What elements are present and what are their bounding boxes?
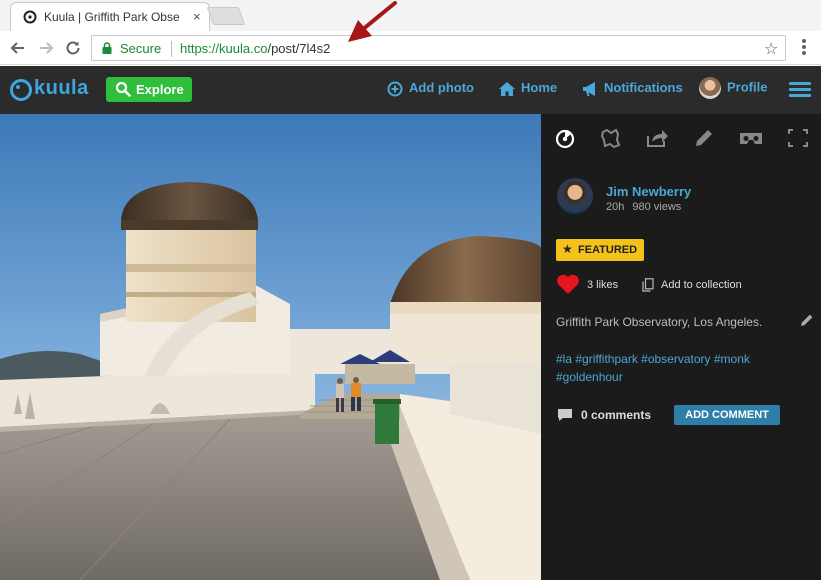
logo-text: kuula	[34, 77, 89, 99]
tags-line[interactable]: #goldenhour	[556, 368, 806, 386]
tags-line[interactable]: #la #griffithpark #observatory #monk	[556, 350, 806, 368]
forward-icon[interactable]	[36, 38, 56, 58]
home-link[interactable]: Home	[499, 80, 557, 96]
logo-ring-icon	[10, 79, 32, 101]
browser-menu-icon[interactable]	[796, 37, 812, 57]
view-count: 980 views	[632, 201, 682, 213]
map-icon[interactable]	[597, 124, 625, 152]
post-age: 20h	[606, 201, 625, 213]
tab-title: Kuula | Griffith Park Obse	[44, 10, 180, 24]
profile-link[interactable]: Profile	[699, 77, 767, 99]
likes-count[interactable]: 3 likes	[587, 279, 618, 291]
comments-count: 0 comments	[581, 408, 652, 422]
star-icon: ★	[562, 242, 573, 256]
notifications-link[interactable]: Notifications	[582, 80, 683, 96]
author-avatar[interactable]	[557, 178, 593, 214]
add-photo-label: Add photo	[409, 80, 474, 95]
home-icon	[499, 81, 515, 96]
info-panel: Jim Newberry 20h 980 views ★ FEATURED 3 l…	[541, 114, 821, 580]
home-label: Home	[521, 80, 558, 95]
url-domain: https://kuula.co	[180, 41, 268, 56]
explore-button[interactable]: Explore	[106, 77, 192, 102]
add-comment-button[interactable]: ADD COMMENT	[674, 405, 780, 425]
pencil-icon[interactable]	[800, 313, 814, 327]
panorama-viewer[interactable]	[0, 114, 541, 580]
url-text: https://kuula.co/post/7l4s2	[180, 41, 330, 56]
site-header: kuula Explore Add photo Home Notificatio…	[0, 66, 821, 114]
heart-icon[interactable]	[556, 273, 580, 295]
post-description: Griffith Park Observatory, Los Angeles.	[556, 315, 763, 329]
featured-label: FEATURED	[578, 244, 638, 256]
plus-circle-icon	[387, 81, 403, 97]
fullscreen-icon[interactable]	[784, 124, 812, 152]
hamburger-icon[interactable]	[789, 82, 811, 98]
add-photo-link[interactable]: Add photo	[387, 80, 474, 97]
tab-close-icon[interactable]: ×	[193, 9, 201, 24]
back-icon[interactable]	[8, 38, 28, 58]
lock-icon	[102, 42, 112, 54]
new-tab-button[interactable]	[206, 7, 246, 25]
edit-icon[interactable]	[690, 124, 718, 152]
reload-icon[interactable]	[63, 38, 83, 58]
address-bar[interactable]: Secure https://kuula.co/post/7l4s2 ☆	[91, 35, 786, 61]
logo-dot	[16, 85, 20, 89]
add-to-collection-link[interactable]: Add to collection	[661, 279, 742, 291]
compass-icon[interactable]	[551, 124, 579, 152]
profile-label: Profile	[727, 79, 768, 95]
kuula-favicon-icon	[23, 10, 37, 24]
featured-badge: ★ FEATURED	[556, 239, 644, 261]
bookmark-star-icon[interactable]: ☆	[764, 39, 778, 59]
share-icon[interactable]	[643, 124, 671, 152]
address-separator	[171, 41, 172, 57]
browser-toolbar: Secure https://kuula.co/post/7l4s2 ☆	[0, 31, 821, 65]
avatar	[699, 77, 721, 99]
panorama-image	[0, 114, 541, 580]
search-icon	[115, 81, 131, 97]
comment-icon	[558, 409, 572, 421]
red-annotation-arrow	[348, 1, 397, 42]
author-name[interactable]: Jim Newberry	[606, 184, 691, 199]
explore-label: Explore	[136, 82, 184, 97]
url-path: /post/7l4s2	[267, 41, 331, 56]
author-meta: 20h 980 views	[606, 201, 689, 213]
viewer-toolbar	[541, 124, 821, 152]
hashtags: #la #griffithpark #observatory #monk #go…	[556, 350, 806, 386]
megaphone-icon	[583, 81, 595, 96]
copy-icon[interactable]	[642, 278, 654, 292]
notifications-label: Notifications	[604, 80, 683, 95]
secure-label: Secure	[120, 41, 162, 56]
vr-headset-icon[interactable]	[737, 124, 765, 152]
browser-tab[interactable]: Kuula | Griffith Park Obse ×	[10, 2, 210, 31]
